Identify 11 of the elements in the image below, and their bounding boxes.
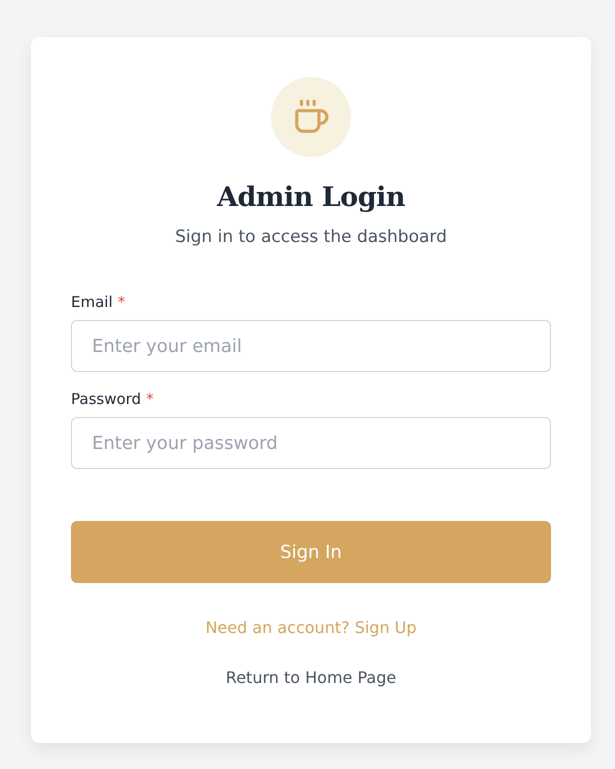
subtitle: Sign in to access the dashboard [175, 226, 447, 249]
required-mark: * [146, 389, 154, 410]
field-label: Email [71, 292, 113, 313]
required-mark: * [118, 292, 126, 313]
input-field[interactable]: Enter your email [71, 320, 551, 372]
field-label: Password [71, 389, 142, 410]
page-title: Admin Login [217, 181, 405, 215]
sign-up-link[interactable]: Need an account? Sign Up [205, 617, 417, 639]
sign-in-button[interactable]: Sign In [71, 521, 551, 583]
input-field[interactable]: Enter your password [71, 417, 551, 469]
home-link[interactable]: Return to Home Page [226, 667, 396, 689]
